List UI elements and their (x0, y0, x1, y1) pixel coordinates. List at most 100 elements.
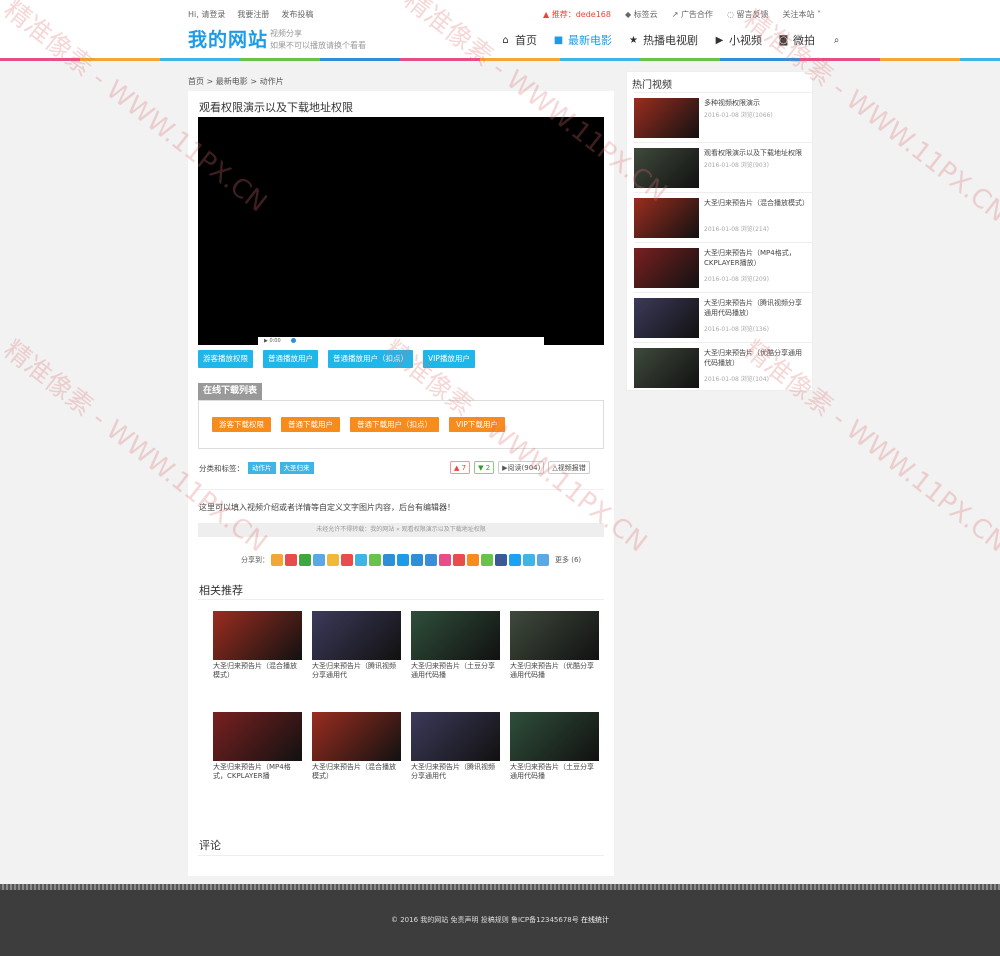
video-thumbnail[interactable] (634, 98, 699, 138)
video-caption[interactable]: 大圣归来预告片（腾讯视频分享通用代 (312, 662, 401, 680)
related-video-item[interactable]: 大圣归来预告片（MP4格式，CKPLAYER播 (213, 712, 302, 781)
site-logo[interactable]: 我的网站 (188, 25, 268, 52)
share-more-link[interactable]: 更多 (6) (555, 555, 581, 565)
recommend-link[interactable]: ▲ 推荐：dede168 (543, 9, 611, 20)
video-thumbnail[interactable] (634, 298, 699, 338)
nav-short-video[interactable]: ▶ 小视频 (714, 32, 762, 48)
video-thumbnail[interactable] (312, 712, 401, 761)
tag-action[interactable]: 动作片 (248, 462, 276, 474)
guest-play-button[interactable]: 游客播放权限 (198, 350, 253, 368)
hot-video-item[interactable]: 大圣归来预告片（MP4格式，CKPLAYER播放） 2016-01-08 浏览(2… (634, 242, 812, 292)
video-caption[interactable]: 大圣归来预告片（土豆分享通用代码播 (411, 662, 500, 680)
nav-tv-series[interactable]: ★ 热播电视剧 (628, 32, 698, 48)
hot-video-item[interactable]: 多种视频权限演示 2016-01-08 浏览(1066) (634, 92, 812, 142)
share-platform-icon[interactable] (285, 554, 297, 566)
points-play-button[interactable]: 普通播放用户（扣点） (328, 350, 413, 368)
dislike-button[interactable]: ▼ 2 (474, 461, 495, 474)
like-button[interactable]: ▲ 7 (450, 461, 471, 474)
register-link[interactable]: 我要注册 (237, 9, 269, 20)
share-platform-icon[interactable] (509, 554, 521, 566)
play-permission-buttons: 游客播放权限 普通播放用户 普通播放用户（扣点） VIP播放用户 (198, 350, 475, 368)
related-video-item[interactable]: 大圣归来预告片（混合播放模式） (213, 611, 302, 680)
video-thumbnail[interactable] (510, 712, 599, 761)
hot-video-item[interactable]: 观看权限演示以及下载地址权限 2016-01-08 浏览(903) (634, 142, 812, 192)
video-thumbnail[interactable] (510, 611, 599, 660)
share-platform-icon[interactable] (383, 554, 395, 566)
video-title[interactable]: 大圣归来预告片（MP4格式，CKPLAYER播放） (704, 248, 808, 268)
share-platform-icon[interactable] (271, 554, 283, 566)
share-platform-icon[interactable] (537, 554, 549, 566)
video-thumbnail[interactable] (634, 248, 699, 288)
player-controls[interactable]: ▶ 0:00 (258, 337, 544, 345)
follow-link[interactable]: 关注本站 ˅ (782, 9, 821, 20)
breadcrumb[interactable]: 首页 > 最新电影 > 动作片 (188, 76, 284, 87)
related-video-item[interactable]: 大圣归来预告片（土豆分享通用代码播 (510, 712, 599, 781)
download-buttons: 游客下载权限 普通下载用户 普通下载用户（扣点） VIP下载用户 (212, 417, 505, 432)
related-video-item[interactable]: 大圣归来预告片（混合播放模式） (312, 712, 401, 781)
share-platform-icon[interactable] (327, 554, 339, 566)
related-video-item[interactable]: 大圣归来预告片（优酷分享通用代码播 (510, 611, 599, 680)
share-platform-icon[interactable] (453, 554, 465, 566)
video-caption[interactable]: 大圣归来预告片（混合播放模式） (213, 662, 302, 680)
video-caption[interactable]: 大圣归来预告片（腾讯视频分享通用代 (411, 763, 500, 781)
share-platform-icon[interactable] (411, 554, 423, 566)
stats-link[interactable]: 在线统计 (581, 916, 609, 924)
hot-video-item[interactable]: 大圣归来预告片（腾讯视频分享通用代码播放） 2016-01-08 浏览(136) (634, 292, 812, 342)
search-button[interactable]: ⌕ (831, 35, 842, 46)
article-card: 观看权限演示以及下载地址权限 ▶ 0:00 游客播放权限 普通播放用户 普通播放… (188, 91, 614, 876)
video-thumbnail[interactable] (634, 198, 699, 238)
feedback-link[interactable]: ◌ 留言反馈 (727, 9, 769, 20)
ad-link[interactable]: ↗ 广告合作 (672, 9, 713, 20)
related-video-item[interactable]: 大圣归来预告片（腾讯视频分享通用代 (312, 611, 401, 680)
video-thumbnail[interactable] (634, 348, 699, 388)
guest-download-button[interactable]: 游客下载权限 (212, 417, 271, 432)
share-platform-icon[interactable] (467, 554, 479, 566)
nav-micro-shoot[interactable]: ◙ 微拍 (778, 32, 815, 48)
login-link[interactable]: Hi, 请登录 (188, 9, 225, 20)
submit-link[interactable]: 发布投稿 (281, 9, 313, 20)
share-platform-icon[interactable] (439, 554, 451, 566)
video-title[interactable]: 大圣归来预告片（混合播放模式） (704, 198, 809, 208)
tag-cloud-link[interactable]: ◆ 标签云 (625, 9, 658, 20)
vip-play-button[interactable]: VIP播放用户 (423, 350, 475, 368)
nav-home[interactable]: ⌂ 首页 (500, 32, 537, 48)
normal-download-button[interactable]: 普通下载用户 (281, 417, 340, 432)
share-platform-icon[interactable] (355, 554, 367, 566)
top-links: Hi, 请登录 我要注册 发布投稿 (188, 9, 313, 20)
video-thumbnail[interactable] (312, 611, 401, 660)
progress-handle[interactable] (290, 338, 296, 343)
video-title[interactable]: 多种视频权限演示 (704, 98, 808, 108)
report-button[interactable]: △视频报错 (548, 461, 590, 474)
video-title[interactable]: 大圣归来预告片（优酷分享通用代码播放） (704, 348, 808, 368)
share-platform-icon[interactable] (299, 554, 311, 566)
share-platform-icon[interactable] (481, 554, 493, 566)
related-video-item[interactable]: 大圣归来预告片（土豆分享通用代码播 (411, 611, 500, 680)
video-thumbnail[interactable] (411, 712, 500, 761)
video-title[interactable]: 观看权限演示以及下载地址权限 (704, 148, 808, 158)
video-thumbnail[interactable] (213, 611, 302, 660)
hot-video-item[interactable]: 大圣归来预告片（优酷分享通用代码播放） 2016-01-08 浏览(104) (634, 342, 812, 392)
share-platform-icon[interactable] (341, 554, 353, 566)
points-download-button[interactable]: 普通下载用户（扣点） (350, 417, 439, 432)
video-player[interactable]: ▶ 0:00 (198, 117, 604, 345)
share-platform-icon[interactable] (369, 554, 381, 566)
video-caption[interactable]: 大圣归来预告片（混合播放模式） (312, 763, 401, 781)
share-platform-icon[interactable] (523, 554, 535, 566)
share-platform-icon[interactable] (397, 554, 409, 566)
video-thumbnail[interactable] (213, 712, 302, 761)
share-platform-icon[interactable] (495, 554, 507, 566)
video-caption[interactable]: 大圣归来预告片（土豆分享通用代码播 (510, 763, 599, 781)
nav-latest-movies[interactable]: ■ 最新电影 (553, 32, 612, 48)
video-title[interactable]: 大圣归来预告片（腾讯视频分享通用代码播放） (704, 298, 808, 318)
tag-monkey-king[interactable]: 大圣归来 (279, 462, 314, 474)
related-video-item[interactable]: 大圣归来预告片（腾讯视频分享通用代 (411, 712, 500, 781)
video-caption[interactable]: 大圣归来预告片（优酷分享通用代码播 (510, 662, 599, 680)
share-platform-icon[interactable] (313, 554, 325, 566)
video-caption[interactable]: 大圣归来预告片（MP4格式，CKPLAYER播 (213, 763, 302, 781)
vip-download-button[interactable]: VIP下载用户 (449, 417, 505, 432)
video-thumbnail[interactable] (411, 611, 500, 660)
share-platform-icon[interactable] (425, 554, 437, 566)
video-thumbnail[interactable] (634, 148, 699, 188)
hot-video-item[interactable]: 大圣归来预告片（混合播放模式） 2016-01-08 浏览(214) (634, 192, 812, 242)
normal-play-button[interactable]: 普通播放用户 (263, 350, 318, 368)
